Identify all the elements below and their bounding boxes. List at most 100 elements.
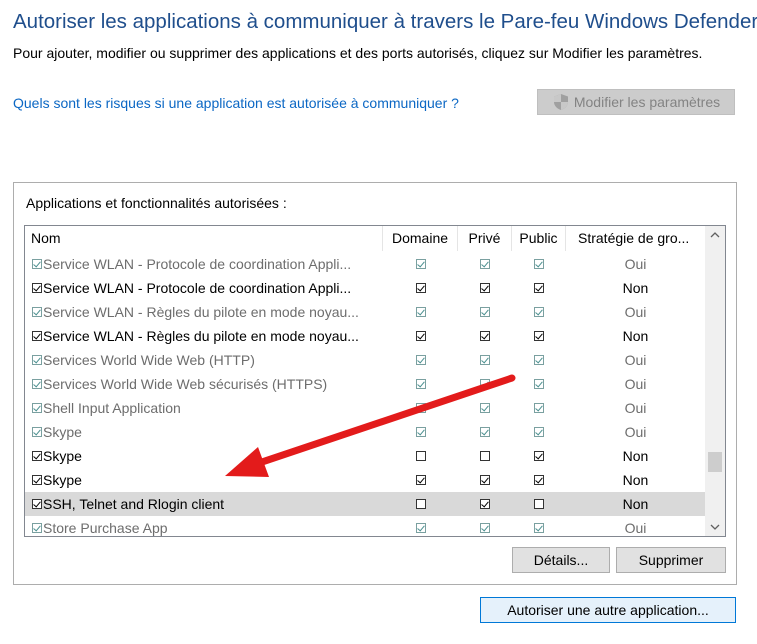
- vertical-scrollbar[interactable]: [705, 226, 725, 536]
- domain-checkbox[interactable]: [415, 355, 426, 365]
- allowed-apps-list[interactable]: Nom Domaine Privé Public Stratégie de gr…: [24, 225, 726, 537]
- table-row[interactable]: Services World Wide Web sécurisés (HTTPS…: [25, 372, 705, 396]
- private-checkbox[interactable]: [480, 259, 490, 269]
- chevron-down-icon[interactable]: [705, 518, 725, 536]
- app-enabled-checkbox[interactable]: [32, 355, 42, 365]
- app-enabled-checkbox[interactable]: [32, 259, 42, 269]
- private-cell: [458, 516, 512, 536]
- private-cell: [458, 468, 512, 492]
- private-checkbox[interactable]: [480, 427, 490, 437]
- app-enabled-checkbox[interactable]: [32, 475, 42, 485]
- modify-settings-label: Modifier les paramètres: [573, 94, 721, 110]
- column-header-public[interactable]: Public: [512, 226, 566, 251]
- app-enabled-checkbox[interactable]: [32, 523, 42, 533]
- table-row[interactable]: SSH, Telnet and Rlogin client Non: [25, 492, 705, 516]
- group-policy-value: Oui: [624, 256, 647, 272]
- domain-checkbox[interactable]: [415, 451, 426, 461]
- table-row[interactable]: Shell Input Application Oui: [25, 396, 705, 420]
- app-name-cell: Service WLAN - Règles du pilote en mode …: [32, 300, 380, 324]
- column-header-policy[interactable]: Stratégie de gro...: [566, 226, 705, 251]
- column-header-domain[interactable]: Domaine: [383, 226, 458, 251]
- public-checkbox[interactable]: [534, 307, 544, 317]
- group-policy-value: Oui: [624, 520, 647, 536]
- app-name: Service WLAN - Protocole de coordination…: [43, 256, 352, 272]
- public-checkbox[interactable]: [534, 523, 544, 533]
- private-checkbox[interactable]: [480, 451, 490, 461]
- domain-checkbox[interactable]: [415, 475, 426, 485]
- public-cell: [512, 420, 566, 444]
- domain-checkbox[interactable]: [415, 307, 426, 317]
- app-enabled-checkbox[interactable]: [32, 283, 42, 293]
- private-checkbox[interactable]: [480, 379, 490, 389]
- public-checkbox[interactable]: [534, 499, 544, 509]
- domain-checkbox[interactable]: [415, 403, 426, 413]
- app-enabled-checkbox[interactable]: [32, 379, 42, 389]
- private-cell: [458, 252, 512, 276]
- table-row[interactable]: Service WLAN - Règles du pilote en mode …: [25, 324, 705, 348]
- table-row[interactable]: Skype Oui: [25, 420, 705, 444]
- table-row[interactable]: Skype Non: [25, 444, 705, 468]
- private-checkbox[interactable]: [480, 307, 490, 317]
- table-row[interactable]: Service WLAN - Protocole de coordination…: [25, 252, 705, 276]
- domain-cell: [383, 444, 458, 468]
- app-enabled-checkbox[interactable]: [32, 499, 42, 509]
- chevron-up-icon[interactable]: [705, 226, 725, 244]
- private-checkbox[interactable]: [480, 403, 490, 413]
- private-cell: [458, 420, 512, 444]
- private-cell: [458, 492, 512, 516]
- table-row[interactable]: Service WLAN - Règles du pilote en mode …: [25, 300, 705, 324]
- public-cell: [512, 468, 566, 492]
- private-checkbox[interactable]: [480, 355, 490, 365]
- column-header-private[interactable]: Privé: [458, 226, 512, 251]
- table-row[interactable]: Skype Non: [25, 468, 705, 492]
- remove-button[interactable]: Supprimer: [616, 547, 726, 573]
- private-checkbox[interactable]: [480, 499, 490, 509]
- domain-checkbox[interactable]: [415, 499, 426, 509]
- allow-another-app-button[interactable]: Autoriser une autre application...: [480, 597, 736, 623]
- public-checkbox[interactable]: [534, 259, 544, 269]
- private-cell: [458, 300, 512, 324]
- app-name-cell: Store Purchase App: [32, 516, 380, 536]
- public-checkbox[interactable]: [534, 379, 544, 389]
- public-cell: [512, 300, 566, 324]
- app-enabled-checkbox[interactable]: [32, 331, 42, 341]
- public-checkbox[interactable]: [534, 427, 544, 437]
- public-checkbox[interactable]: [534, 403, 544, 413]
- domain-checkbox[interactable]: [415, 427, 426, 437]
- app-enabled-checkbox[interactable]: [32, 403, 42, 413]
- public-checkbox[interactable]: [534, 451, 544, 461]
- domain-cell: [383, 420, 458, 444]
- risks-link[interactable]: Quels sont les risques si une applicatio…: [13, 95, 459, 111]
- column-header-name[interactable]: Nom: [25, 226, 383, 251]
- list-header: Nom Domaine Privé Public Stratégie de gr…: [25, 226, 705, 251]
- group-policy-value: Oui: [624, 376, 647, 392]
- private-checkbox[interactable]: [480, 283, 490, 293]
- public-checkbox[interactable]: [534, 283, 544, 293]
- modify-settings-button[interactable]: Modifier les paramètres: [537, 89, 735, 115]
- details-button[interactable]: Détails...: [512, 547, 610, 573]
- group-policy-value: Non: [622, 496, 649, 512]
- table-row[interactable]: Services World Wide Web (HTTP) Oui: [25, 348, 705, 372]
- private-checkbox[interactable]: [480, 475, 490, 485]
- private-cell: [458, 372, 512, 396]
- app-enabled-checkbox[interactable]: [32, 427, 42, 437]
- domain-checkbox[interactable]: [415, 523, 426, 533]
- private-checkbox[interactable]: [480, 523, 490, 533]
- domain-checkbox[interactable]: [415, 283, 426, 293]
- public-checkbox[interactable]: [534, 355, 544, 365]
- app-enabled-checkbox[interactable]: [32, 451, 42, 461]
- app-enabled-checkbox[interactable]: [32, 307, 42, 317]
- domain-checkbox[interactable]: [415, 331, 426, 341]
- scrollbar-thumb[interactable]: [708, 452, 722, 472]
- domain-checkbox[interactable]: [415, 259, 426, 269]
- public-checkbox[interactable]: [534, 331, 544, 341]
- table-row[interactable]: Store Purchase App Oui: [25, 516, 705, 536]
- table-row[interactable]: Service WLAN - Protocole de coordination…: [25, 276, 705, 300]
- private-checkbox[interactable]: [480, 331, 490, 341]
- public-cell: [512, 348, 566, 372]
- domain-checkbox[interactable]: [415, 379, 426, 389]
- private-cell: [458, 348, 512, 372]
- public-checkbox[interactable]: [534, 475, 544, 485]
- page-title: Autoriser les applications à communiquer…: [13, 10, 757, 33]
- domain-cell: [383, 252, 458, 276]
